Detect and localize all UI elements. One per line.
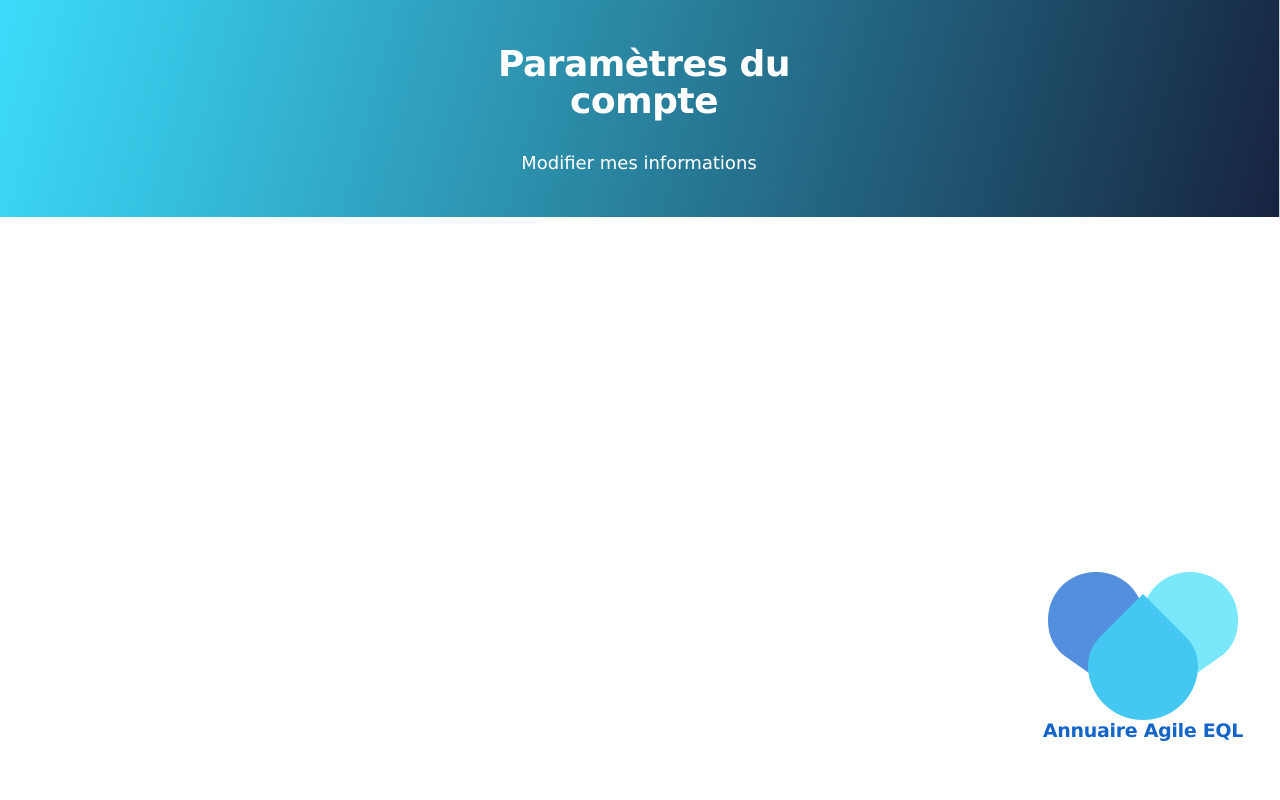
page-title: Paramètres du compte: [498, 44, 790, 122]
brand-name: Annuaire Agile EQL: [1042, 720, 1244, 742]
heart-logo-icon: [1048, 572, 1238, 720]
header-banner: Paramètres du compte Modifier mes inform…: [0, 0, 1280, 217]
brand-block: Annuaire Agile EQL: [1040, 568, 1246, 774]
page-subtitle: Modifier mes informations: [521, 153, 757, 174]
account-settings-page: Paramètres du compte Modifier mes inform…: [0, 0, 1280, 800]
